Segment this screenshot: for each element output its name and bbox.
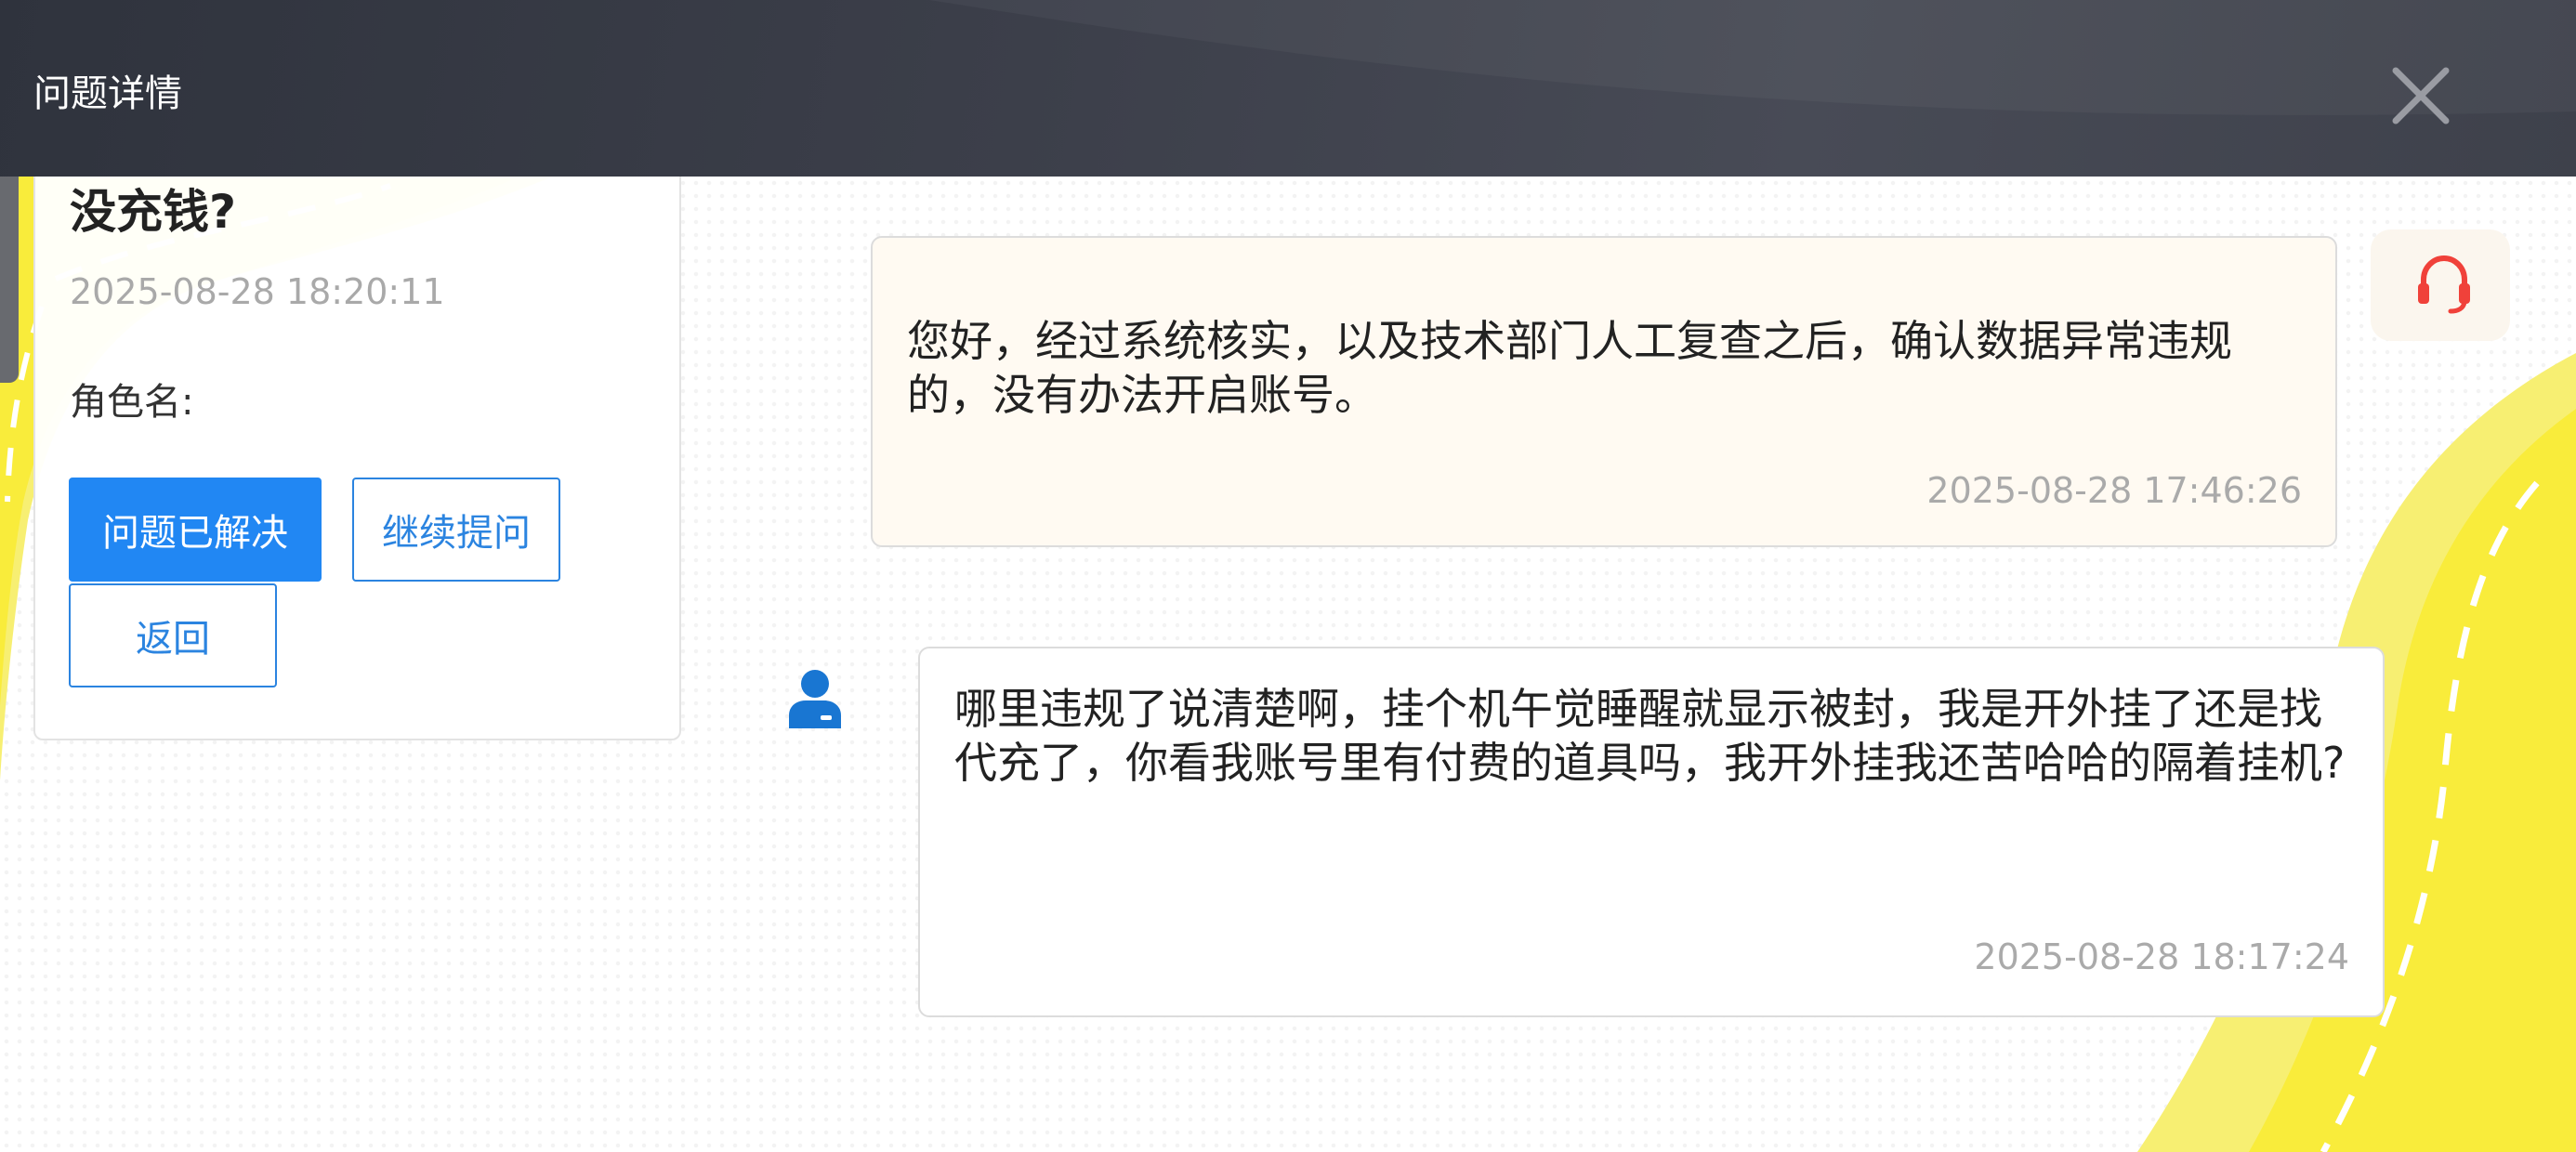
dialog-header: 问题详情	[0, 0, 2576, 177]
user-message-text: 哪里违规了说清楚啊，挂个机午觉睡醒就显示被封，我是开外挂了还是找代充了，你看我账…	[954, 684, 2346, 788]
dialog-title: 问题详情	[33, 72, 182, 115]
question-date: 2025-08-28 18:20:11	[70, 271, 445, 312]
close-button[interactable]	[2379, 54, 2463, 137]
role-name-label: 角色名:	[70, 381, 194, 424]
continue-asking-button[interactable]: 继续提问	[352, 478, 560, 582]
question-info-panel: 没充钱? 2025-08-28 18:20:11 角色名: 问题已解决 继续提问…	[33, 149, 681, 740]
panel-scroll-handle[interactable]	[0, 145, 19, 383]
close-icon	[2392, 67, 2450, 124]
agent-message-time: 2025-08-28 17:46:26	[1926, 470, 2302, 511]
user-icon	[789, 670, 841, 728]
resolved-button[interactable]: 问题已解决	[69, 478, 322, 582]
question-title: 没充钱?	[70, 185, 237, 239]
back-button[interactable]: 返回	[69, 583, 277, 687]
agent-message-text: 您好，经过系统核实，以及技术部门人工复查之后，确认数据异常违规的，没有办法开启账…	[907, 316, 2232, 420]
user-message-time: 2025-08-28 18:17:24	[1974, 936, 2349, 977]
agent-message-bubble: 您好，经过系统核实，以及技术部门人工复查之后，确认数据异常违规的，没有办法开启账…	[871, 236, 2337, 547]
user-avatar	[785, 667, 845, 732]
user-message-bubble: 哪里违规了说清楚啊，挂个机午觉睡醒就显示被封，我是开外挂了还是找代充了，你看我账…	[918, 647, 2385, 1017]
headset-icon	[2418, 255, 2470, 314]
agent-avatar	[2371, 229, 2510, 341]
header-decoration	[929, 0, 2576, 115]
